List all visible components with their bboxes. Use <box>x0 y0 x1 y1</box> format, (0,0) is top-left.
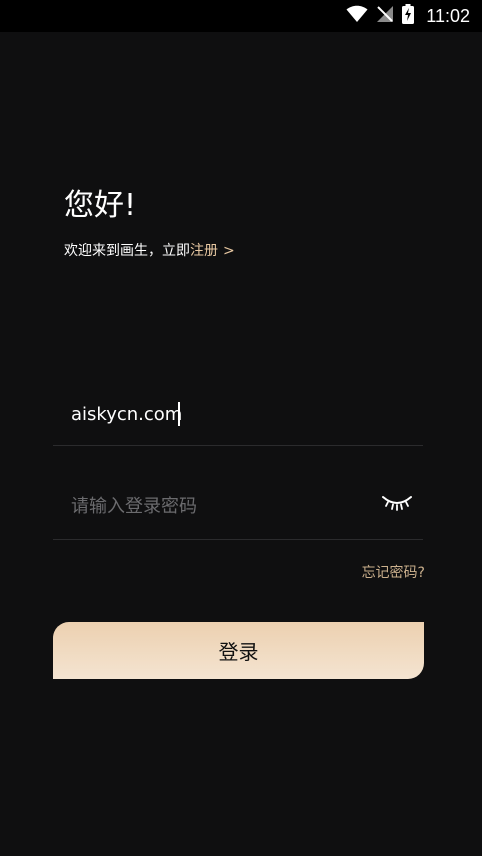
wifi-icon <box>346 5 368 27</box>
no-signal-icon <box>376 5 394 27</box>
greeting-title: 您好! <box>64 188 137 223</box>
text-cursor <box>178 402 180 426</box>
password-input[interactable] <box>71 474 371 539</box>
password-field <box>53 474 423 540</box>
account-input[interactable] <box>71 384 371 445</box>
login-button[interactable]: 登录 <box>53 622 424 679</box>
status-time: 11:02 <box>426 5 470 26</box>
welcome-message: 欢迎来到画生，立即 <box>64 243 190 259</box>
register-arrow-icon[interactable]: > <box>223 243 235 259</box>
status-bar: 11:02 <box>0 0 482 32</box>
welcome-text: 欢迎来到画生，立即注册 > <box>64 240 235 260</box>
account-field <box>53 384 423 446</box>
eye-closed-icon[interactable] <box>381 492 413 514</box>
status-icons: 11:02 <box>346 0 470 32</box>
register-link[interactable]: 注册 <box>190 243 218 259</box>
battery-charging-icon <box>402 4 415 28</box>
forgot-password-link[interactable]: 忘记密码? <box>362 562 425 582</box>
